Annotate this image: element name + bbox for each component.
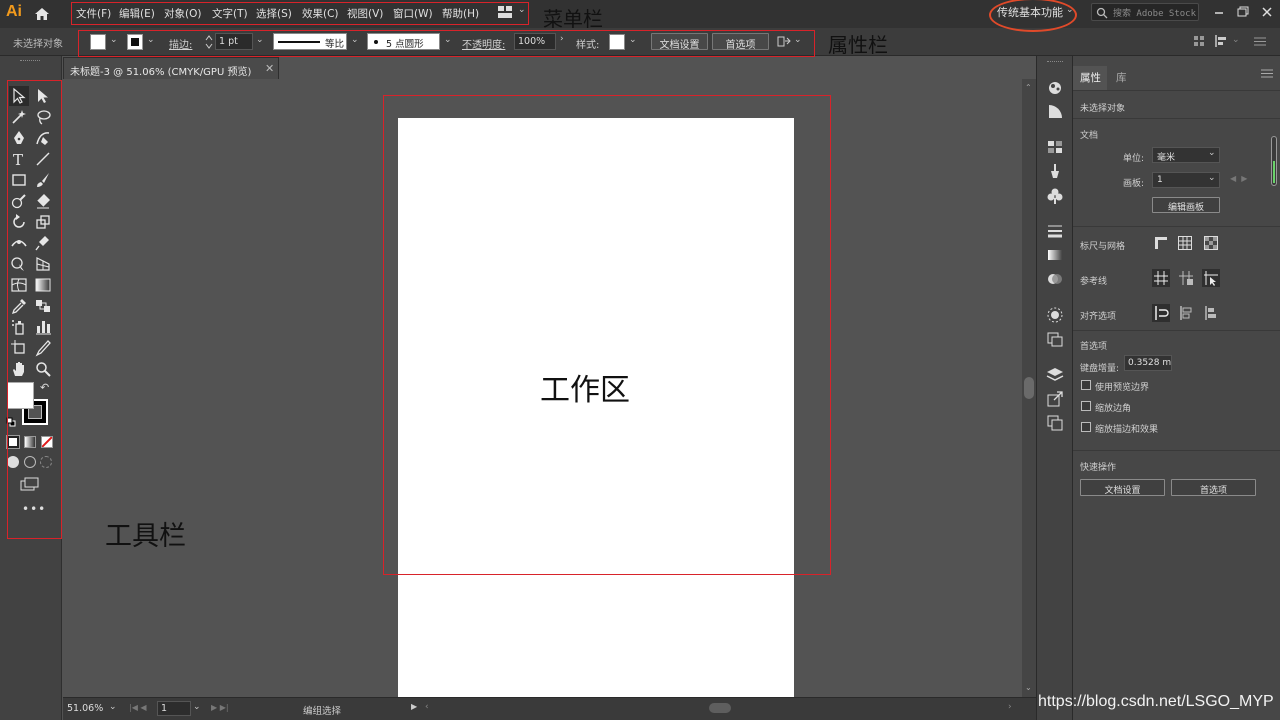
preferences-section-title: 首选项 bbox=[1080, 342, 1108, 352]
use-preview-bounds-checkbox[interactable] bbox=[1081, 380, 1091, 390]
scroll-right-icon[interactable]: › bbox=[1008, 702, 1012, 712]
align-options-label: 对齐选项 bbox=[1080, 312, 1117, 322]
edit-artboards-button[interactable]: 编辑画板 bbox=[1152, 197, 1220, 213]
scrollbar-thumb[interactable] bbox=[1024, 377, 1034, 399]
tab-properties[interactable]: 属性 bbox=[1080, 70, 1101, 85]
scroll-left-icon[interactable]: ‹ bbox=[425, 702, 429, 712]
color-panel-icon[interactable] bbox=[1045, 78, 1065, 96]
watermark: https://blog.csdn.net/LSGO_MYP bbox=[1038, 693, 1274, 710]
panel-grip[interactable] bbox=[1047, 61, 1063, 62]
document-tab-title: 未标题-3 @ 51.06% (CMYK/GPU 预览) bbox=[70, 67, 252, 78]
propertybar-annotation: 属性栏 bbox=[828, 33, 888, 57]
rulers-grids-label: 标尺与网格 bbox=[1080, 242, 1126, 252]
last-artboard-icon[interactable]: ▶ ▶| bbox=[211, 703, 229, 712]
toolbar-highlight-box bbox=[7, 80, 62, 539]
first-artboard-icon[interactable]: |◀ ◀ bbox=[129, 703, 147, 712]
quick-preferences-button[interactable]: 首选项 bbox=[1171, 479, 1256, 496]
artboard-prev-next-icon[interactable]: ◀ ▶ bbox=[1230, 174, 1247, 183]
symbols-icon[interactable] bbox=[1045, 187, 1065, 205]
keyboard-increment-field[interactable]: 0.3528 m bbox=[1124, 355, 1172, 371]
chevron-down-icon[interactable]: ⌄ bbox=[193, 702, 201, 712]
properties-panel: 属性 库 未选择对象 文档 单位: 毫米 ⌄ 画板: 1 ⌄ ◀ ▶ 编辑画板 … bbox=[1072, 56, 1280, 720]
tab-libraries[interactable]: 库 bbox=[1116, 70, 1127, 85]
status-menu-icon[interactable]: ▶ bbox=[411, 702, 417, 711]
transparency-icon[interactable] bbox=[1045, 270, 1065, 288]
panel-scrollbar[interactable] bbox=[1271, 136, 1277, 186]
appearance-icon[interactable] bbox=[1045, 306, 1065, 324]
gradient-panel-icon[interactable] bbox=[1045, 246, 1065, 264]
minimize-icon[interactable] bbox=[1211, 4, 1227, 20]
align-to-key-object-icon[interactable] bbox=[1177, 304, 1195, 322]
align-to-selection-icon[interactable] bbox=[1152, 304, 1170, 322]
menubar-annotation: 菜单栏 bbox=[543, 7, 603, 31]
artboard-label: 画板: bbox=[1123, 179, 1145, 189]
horizontal-scrollbar-thumb[interactable] bbox=[709, 703, 731, 713]
zoom-level[interactable]: 51.06% bbox=[67, 703, 103, 714]
close-icon[interactable]: ✕ bbox=[265, 62, 274, 75]
scale-strokes-effects-label: 缩放描边和效果 bbox=[1095, 425, 1159, 435]
keyboard-increment-label: 键盘增量: bbox=[1080, 364, 1120, 374]
chevron-down-icon: ⌄ bbox=[1208, 148, 1216, 158]
unit-select[interactable]: 毫米 ⌄ bbox=[1152, 147, 1220, 163]
chevron-down-icon: ⌄ bbox=[1208, 173, 1216, 183]
scale-corners-label: 缩放边角 bbox=[1095, 404, 1132, 414]
rulers-icon[interactable] bbox=[1153, 235, 1169, 251]
document-section-title: 文档 bbox=[1080, 131, 1099, 141]
scale-corners-checkbox[interactable] bbox=[1081, 401, 1091, 411]
document-tab[interactable]: 未标题-3 @ 51.06% (CMYK/GPU 预览) ✕ bbox=[63, 57, 279, 79]
stock-search-placeholder: 搜索 Adobe Stock bbox=[1113, 9, 1197, 19]
color-guide-icon[interactable] bbox=[1045, 102, 1065, 120]
selection-state: 未选择对象 bbox=[13, 39, 63, 50]
guides-label: 参考线 bbox=[1080, 277, 1108, 287]
workspace-highlight-box bbox=[383, 95, 831, 575]
use-preview-bounds-label: 使用预览边界 bbox=[1095, 383, 1150, 393]
stock-search-input[interactable]: 搜索 Adobe Stock bbox=[1091, 3, 1199, 21]
panel-grip[interactable] bbox=[20, 60, 40, 62]
scroll-down-icon[interactable]: ⌄ bbox=[1025, 683, 1032, 692]
layers-icon[interactable] bbox=[1045, 366, 1065, 384]
swatches-icon[interactable] bbox=[1045, 138, 1065, 156]
app-logo: Ai bbox=[6, 3, 22, 20]
status-bar: 51.06% ⌄ |◀ ◀ 1 ⌄ ▶ ▶| 编组选择 ▶ ‹ › bbox=[63, 697, 1036, 720]
brushes-icon[interactable] bbox=[1045, 162, 1065, 180]
chevron-down-icon[interactable]: ⌄ bbox=[1232, 35, 1240, 45]
stroke-panel-icon[interactable] bbox=[1045, 222, 1065, 240]
align-to-artboard-icon[interactable] bbox=[1202, 304, 1220, 322]
panel-icon[interactable] bbox=[1194, 36, 1204, 46]
artboard-select[interactable]: 1 ⌄ bbox=[1152, 172, 1220, 188]
align-icon[interactable] bbox=[1214, 34, 1228, 48]
panel-icon-strip bbox=[1036, 56, 1072, 720]
transparency-grid-icon[interactable] bbox=[1203, 235, 1219, 251]
graphic-styles-icon[interactable] bbox=[1045, 330, 1065, 348]
artboards-panel-icon[interactable] bbox=[1045, 414, 1065, 432]
restore-icon[interactable] bbox=[1235, 4, 1251, 20]
artboard-value: 1 bbox=[1157, 175, 1163, 185]
quick-document-setup-button[interactable]: 文档设置 bbox=[1080, 479, 1165, 496]
asset-export-icon[interactable] bbox=[1045, 390, 1065, 408]
toolbar-annotation: 工具栏 bbox=[105, 521, 186, 552]
workspace-annotation: 工作区 bbox=[540, 373, 630, 408]
no-selection-label: 未选择对象 bbox=[1080, 104, 1126, 114]
unit-label: 单位: bbox=[1123, 154, 1145, 164]
search-icon bbox=[1096, 7, 1108, 19]
chevron-down-icon[interactable]: ⌄ bbox=[109, 702, 117, 712]
quick-actions-title: 快速操作 bbox=[1080, 463, 1117, 473]
show-guides-icon[interactable] bbox=[1152, 269, 1170, 287]
scroll-up-icon[interactable]: ⌃ bbox=[1025, 83, 1032, 92]
vertical-scrollbar[interactable]: ⌃ ⌄ bbox=[1022, 79, 1036, 697]
panel-menu-icon[interactable] bbox=[1254, 37, 1266, 46]
smart-guides-icon[interactable] bbox=[1202, 269, 1220, 287]
home-icon[interactable] bbox=[33, 5, 51, 23]
status-tool: 编组选择 bbox=[303, 706, 342, 717]
artboard-navigation-field[interactable]: 1 bbox=[157, 701, 191, 716]
unit-value: 毫米 bbox=[1157, 153, 1176, 163]
menubar-highlight-box bbox=[71, 2, 529, 25]
scale-strokes-effects-checkbox[interactable] bbox=[1081, 422, 1091, 432]
lock-guides-icon[interactable] bbox=[1177, 269, 1195, 287]
grid-icon[interactable] bbox=[1177, 235, 1193, 251]
close-icon[interactable] bbox=[1259, 4, 1275, 20]
propertybar-highlight-box bbox=[78, 30, 815, 57]
panel-menu-icon[interactable] bbox=[1261, 69, 1273, 78]
